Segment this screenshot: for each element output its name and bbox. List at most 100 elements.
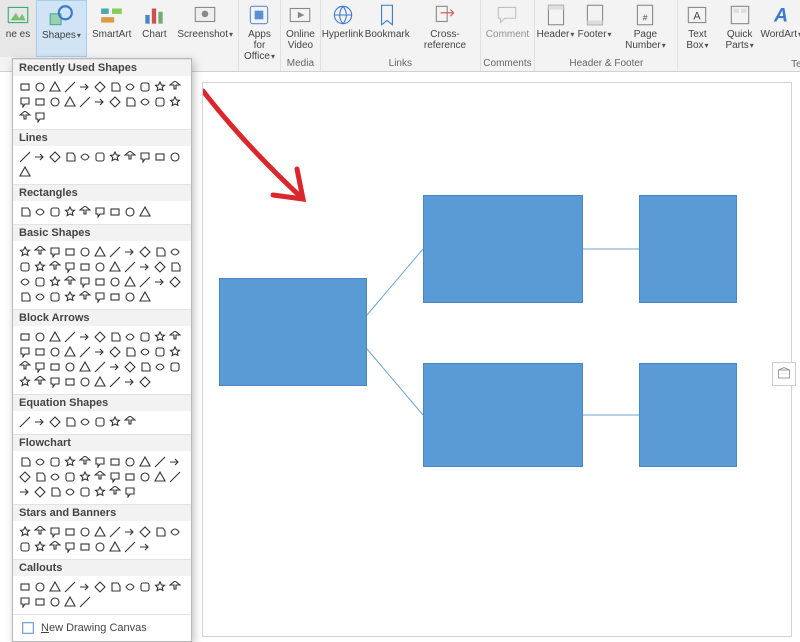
shape-option[interactable] <box>152 579 167 594</box>
shape-option[interactable] <box>62 274 77 289</box>
shape-option[interactable] <box>167 274 182 289</box>
shape-option[interactable] <box>47 244 62 259</box>
shape-option[interactable] <box>167 469 182 484</box>
shape-option[interactable] <box>167 244 182 259</box>
shape-option[interactable] <box>47 594 62 609</box>
shape-option[interactable] <box>62 484 77 499</box>
layout-options-button[interactable] <box>772 362 796 386</box>
shape-option[interactable] <box>152 274 167 289</box>
shape-option[interactable] <box>17 594 32 609</box>
shape-option[interactable] <box>77 374 92 389</box>
shape-option[interactable] <box>152 244 167 259</box>
shape-option[interactable] <box>32 454 47 469</box>
shape-option[interactable] <box>167 344 182 359</box>
header-button[interactable]: Header▾ <box>535 0 576 57</box>
online-pictures-partial-button[interactable]: ne es <box>0 0 36 57</box>
shape-option[interactable] <box>167 149 182 164</box>
shape-option[interactable] <box>77 454 92 469</box>
shape-option[interactable] <box>137 79 152 94</box>
shape-option[interactable] <box>17 469 32 484</box>
shape-option[interactable] <box>107 524 122 539</box>
shape-option[interactable] <box>32 79 47 94</box>
shape-option[interactable] <box>107 359 122 374</box>
shape-option[interactable] <box>77 579 92 594</box>
shape-option[interactable] <box>47 149 62 164</box>
shape-option[interactable] <box>92 524 107 539</box>
shape-option[interactable] <box>92 149 107 164</box>
shape-option[interactable] <box>47 204 62 219</box>
shape-option[interactable] <box>137 149 152 164</box>
shape-option[interactable] <box>107 454 122 469</box>
shape-option[interactable] <box>92 359 107 374</box>
shape-option[interactable] <box>32 274 47 289</box>
page-number-button[interactable]: # Page Number▾ <box>613 0 677 57</box>
shape-option[interactable] <box>107 79 122 94</box>
shape-option[interactable] <box>32 109 47 124</box>
shape-option[interactable] <box>152 149 167 164</box>
shape-option[interactable] <box>62 329 77 344</box>
shape-option[interactable] <box>17 374 32 389</box>
shape-option[interactable] <box>77 204 92 219</box>
shape-option[interactable] <box>107 289 122 304</box>
shape-option[interactable] <box>122 484 137 499</box>
shape-option[interactable] <box>62 344 77 359</box>
shape-option[interactable] <box>107 274 122 289</box>
shape-option[interactable] <box>92 329 107 344</box>
shape-option[interactable] <box>17 329 32 344</box>
shape-option[interactable] <box>47 94 62 109</box>
shape-option[interactable] <box>122 469 137 484</box>
diagram-rectangle[interactable] <box>423 195 583 303</box>
hyperlink-button[interactable]: Hyperlink <box>321 0 364 57</box>
shape-option[interactable] <box>62 149 77 164</box>
shape-option[interactable] <box>77 539 92 554</box>
shape-option[interactable] <box>122 344 137 359</box>
shape-option[interactable] <box>32 329 47 344</box>
shape-option[interactable] <box>62 289 77 304</box>
shape-option[interactable] <box>62 469 77 484</box>
shape-option[interactable] <box>17 414 32 429</box>
apps-for-office-button[interactable]: Apps for Office▾ <box>239 0 280 58</box>
shape-option[interactable] <box>62 539 77 554</box>
shape-option[interactable] <box>17 164 32 179</box>
shape-option[interactable] <box>152 359 167 374</box>
shape-option[interactable] <box>107 149 122 164</box>
shape-option[interactable] <box>122 374 137 389</box>
shape-option[interactable] <box>137 344 152 359</box>
shape-option[interactable] <box>167 79 182 94</box>
shape-option[interactable] <box>152 259 167 274</box>
shape-option[interactable] <box>62 594 77 609</box>
shape-option[interactable] <box>17 454 32 469</box>
shape-option[interactable] <box>152 454 167 469</box>
shape-option[interactable] <box>62 414 77 429</box>
shape-option[interactable] <box>92 539 107 554</box>
shape-option[interactable] <box>77 149 92 164</box>
shape-option[interactable] <box>77 359 92 374</box>
shape-option[interactable] <box>92 579 107 594</box>
shape-option[interactable] <box>122 79 137 94</box>
shape-option[interactable] <box>137 374 152 389</box>
shape-option[interactable] <box>47 329 62 344</box>
shape-option[interactable] <box>47 289 62 304</box>
shape-option[interactable] <box>77 469 92 484</box>
shape-option[interactable] <box>107 469 122 484</box>
comment-button[interactable]: Comment <box>481 0 534 57</box>
shape-option[interactable] <box>77 79 92 94</box>
shape-option[interactable] <box>47 359 62 374</box>
shape-option[interactable] <box>122 524 137 539</box>
shape-option[interactable] <box>47 344 62 359</box>
shape-option[interactable] <box>167 259 182 274</box>
shape-option[interactable] <box>122 414 137 429</box>
shape-option[interactable] <box>92 344 107 359</box>
shape-option[interactable] <box>62 94 77 109</box>
shape-option[interactable] <box>107 414 122 429</box>
shape-option[interactable] <box>77 244 92 259</box>
shape-option[interactable] <box>47 579 62 594</box>
bookmark-button[interactable]: Bookmark <box>364 0 410 57</box>
shape-option[interactable] <box>32 539 47 554</box>
shape-option[interactable] <box>32 344 47 359</box>
shape-option[interactable] <box>62 579 77 594</box>
shape-option[interactable] <box>152 524 167 539</box>
shape-option[interactable] <box>47 454 62 469</box>
shape-option[interactable] <box>122 359 137 374</box>
shape-option[interactable] <box>122 244 137 259</box>
